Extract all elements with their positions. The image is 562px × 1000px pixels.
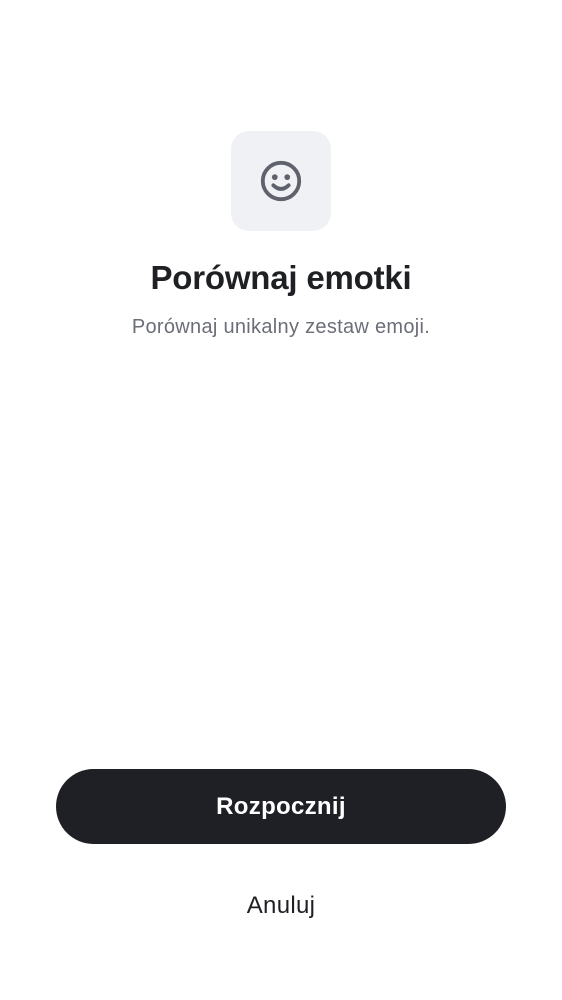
page-title: Porównaj emotki [150, 259, 412, 296]
smiley-face-icon [260, 160, 302, 202]
start-button[interactable]: Rozpocznij [56, 769, 506, 844]
cancel-button[interactable]: Anuluj [181, 880, 381, 932]
page-subtitle: Porównaj unikalny zestaw emoji. [131, 316, 431, 338]
smiley-icon-tile [231, 131, 331, 231]
